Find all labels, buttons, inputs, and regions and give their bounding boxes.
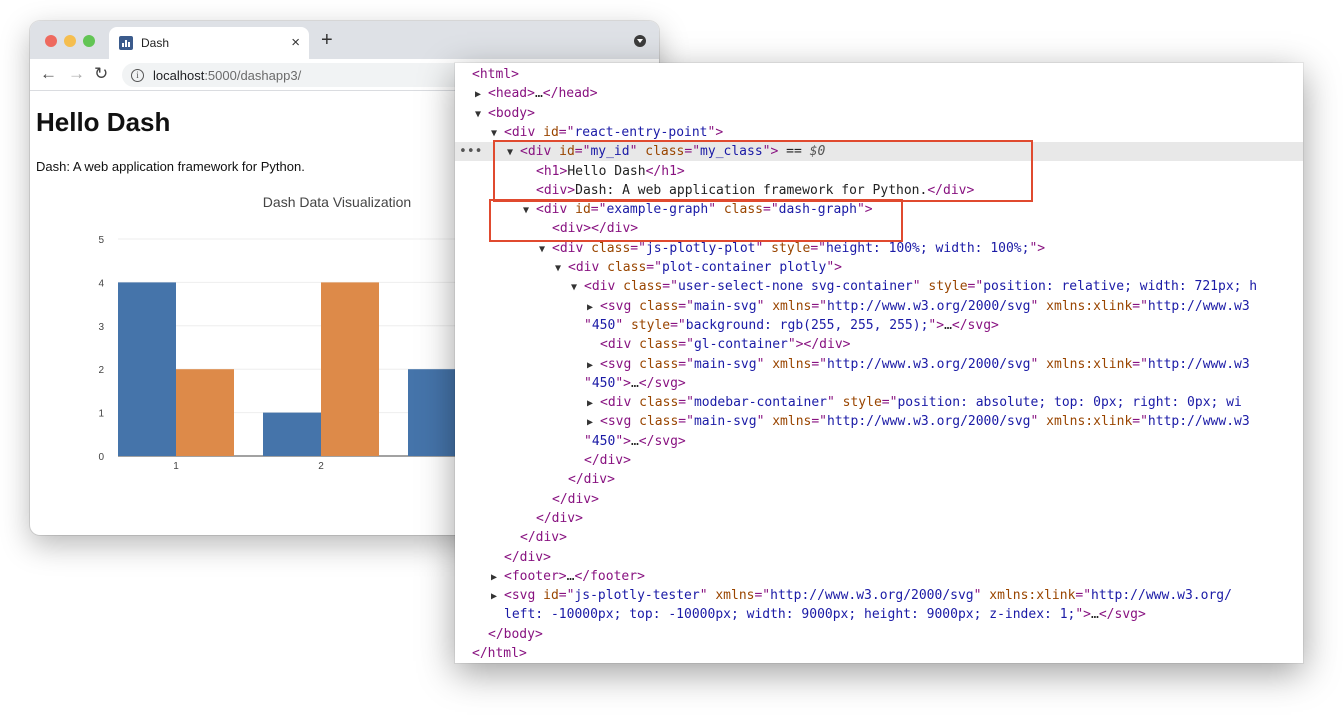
dom-tree-node[interactable]: </div> xyxy=(455,528,1303,547)
dom-tree-node[interactable]: ▶ <svg id="js-plotly-tester" xmlns="http:… xyxy=(455,586,1303,605)
bar xyxy=(176,369,234,456)
tab-close-icon[interactable]: × xyxy=(291,34,300,51)
dom-tree-node[interactable]: </div> xyxy=(455,451,1303,470)
forward-button[interactable]: → xyxy=(68,64,85,84)
dom-tree-node[interactable]: ▶ <footer>…</footer> xyxy=(455,567,1303,586)
x-tick-label: 1 xyxy=(173,461,179,472)
collapsed-arrow-icon[interactable]: ▶ xyxy=(587,356,600,375)
dom-tree-node[interactable]: ▼ <body> xyxy=(455,104,1303,123)
dom-tree-node[interactable]: </div> xyxy=(455,509,1303,528)
dom-tree-node[interactable]: <html> xyxy=(455,65,1303,84)
y-tick-label: 4 xyxy=(98,278,104,289)
dom-tree-node[interactable]: ▼ <div class="user-select-none svg-contai… xyxy=(455,277,1303,296)
tab-dash[interactable]: Dash × xyxy=(109,27,309,59)
dom-tree-node[interactable]: <div class="gl-container"></div> xyxy=(455,335,1303,354)
collapsed-arrow-icon[interactable]: ▶ xyxy=(587,394,600,413)
reload-button[interactable]: ↻ xyxy=(94,64,108,84)
highlight-box-my-id xyxy=(493,140,1033,203)
page-description: Dash: A web application framework for Py… xyxy=(36,159,305,174)
x-tick-label: 2 xyxy=(318,461,324,472)
dom-tree-node[interactable]: ▼ <div id="react-entry-point"> xyxy=(455,123,1303,142)
dom-tree-node[interactable]: </html> xyxy=(455,644,1303,663)
tab-title: Dash xyxy=(141,36,170,50)
tab-bar: Dash × + xyxy=(30,21,659,59)
bar xyxy=(321,282,379,456)
node-actions-icon[interactable]: ••• xyxy=(459,142,482,161)
y-tick-label: 2 xyxy=(98,365,104,376)
chart-favicon-icon xyxy=(119,36,133,50)
dom-tree-node[interactable]: </div> xyxy=(455,470,1303,489)
dom-tree-node[interactable]: ▶ <svg class="main-svg" xmlns="http://www… xyxy=(455,412,1303,431)
collapsed-arrow-icon[interactable]: ▶ xyxy=(491,568,504,587)
window-controls xyxy=(45,35,95,47)
info-icon[interactable]: i xyxy=(131,68,144,82)
dom-tree-node[interactable]: "450">…</svg> xyxy=(455,374,1303,393)
dom-tree-node[interactable]: "450">…</svg> xyxy=(455,432,1303,451)
y-tick-label: 0 xyxy=(98,452,104,463)
tab-search-icon[interactable] xyxy=(634,35,646,47)
expanded-arrow-icon[interactable]: ▼ xyxy=(539,240,552,259)
devtools-elements-panel: <html> ▶ <head>…</head> ▼ <body> ▼ <div id="re… xyxy=(455,63,1303,663)
collapsed-arrow-icon[interactable]: ▶ xyxy=(475,85,488,104)
collapsed-arrow-icon[interactable]: ▶ xyxy=(587,413,600,432)
page-heading: Hello Dash xyxy=(36,107,171,137)
dom-tree-node[interactable]: ▶ <svg class="main-svg" xmlns="http://www… xyxy=(455,297,1303,316)
minimize-window-button[interactable] xyxy=(64,35,76,47)
bar xyxy=(118,282,176,456)
dom-tree-node[interactable]: </div> xyxy=(455,548,1303,567)
dom-tree-node[interactable]: </div> xyxy=(455,490,1303,509)
bar xyxy=(263,412,321,456)
dom-tree-node[interactable]: ▶ <div class="modebar-container" style="p… xyxy=(455,393,1303,412)
back-button[interactable]: ← xyxy=(40,64,57,84)
dom-tree-node[interactable]: left: -10000px; top: -10000px; width: 90… xyxy=(455,605,1303,624)
url-path: :5000/dashapp3/ xyxy=(204,67,302,83)
expanded-arrow-icon[interactable]: ▼ xyxy=(555,259,568,278)
dom-tree-node[interactable]: ▶ <head>…</head> xyxy=(455,84,1303,103)
dom-tree-node[interactable]: ▼ <div class="plot-container plotly"> xyxy=(455,258,1303,277)
highlight-box-example-graph xyxy=(489,199,903,242)
dom-tree-node[interactable]: ▶ <svg class="main-svg" xmlns="http://www… xyxy=(455,355,1303,374)
expanded-arrow-icon[interactable]: ▼ xyxy=(475,105,488,124)
y-tick-label: 3 xyxy=(98,322,104,333)
collapsed-arrow-icon[interactable]: ▶ xyxy=(587,298,600,317)
maximize-window-button[interactable] xyxy=(83,35,95,47)
y-tick-label: 5 xyxy=(98,235,104,246)
new-tab-button[interactable]: + xyxy=(321,29,333,52)
close-window-button[interactable] xyxy=(45,35,57,47)
collapsed-arrow-icon[interactable]: ▶ xyxy=(491,587,504,606)
dom-tree-node[interactable]: "450" style="background: rgb(255, 255, 2… xyxy=(455,316,1303,335)
url-host: localhost xyxy=(153,67,205,83)
dom-tree-node[interactable]: </body> xyxy=(455,625,1303,644)
y-tick-label: 1 xyxy=(98,409,104,420)
expanded-arrow-icon[interactable]: ▼ xyxy=(571,278,584,297)
chart-title: Dash Data Visualization xyxy=(263,194,411,210)
